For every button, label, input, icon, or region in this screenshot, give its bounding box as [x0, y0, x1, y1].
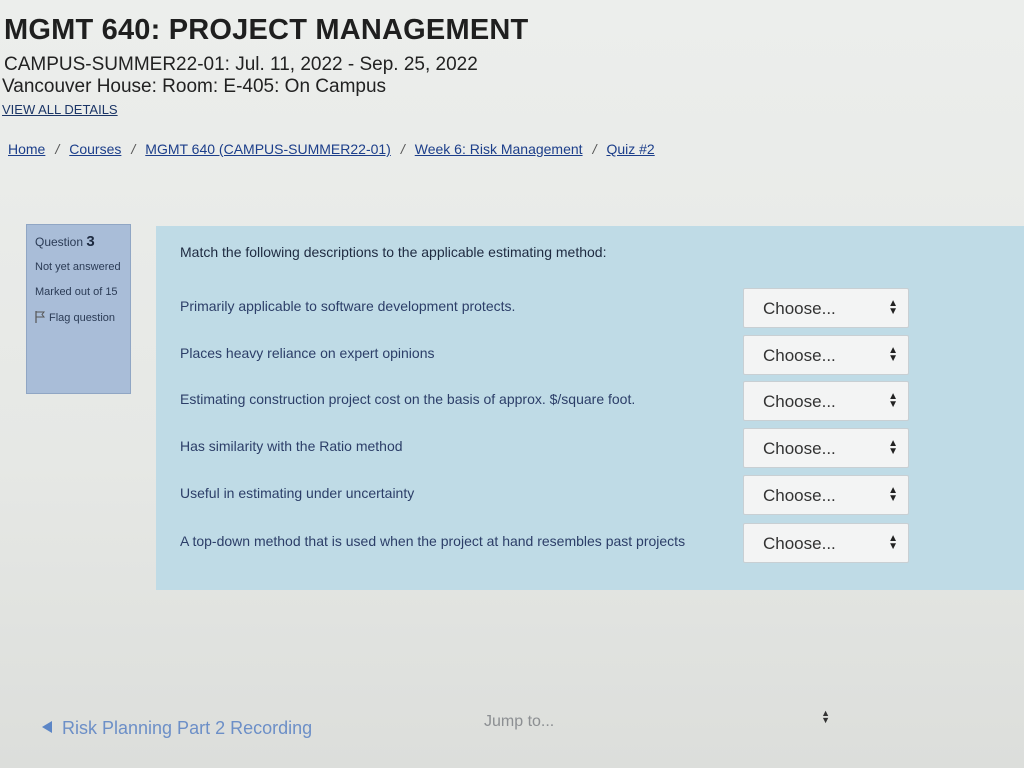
question-state: Not yet answered	[35, 261, 121, 273]
previous-activity-link[interactable]: Risk Planning Part 2 Recording	[42, 718, 312, 739]
match-select-value: Choose...	[763, 299, 836, 318]
jump-to-select[interactable]: Jump to... ▲ ▼	[470, 700, 840, 740]
breadcrumb-quiz[interactable]: Quiz #2	[606, 141, 654, 157]
question-number-value: 3	[86, 233, 95, 250]
match-row: A top-down method that is used when the …	[156, 523, 1024, 563]
select-arrows-icon: ▲ ▼	[888, 345, 898, 364]
match-description: Places heavy reliance on expert opinions	[180, 345, 435, 361]
match-row: Places heavy reliance on expert opinions…	[156, 335, 1024, 375]
match-select-value: Choose...	[763, 392, 836, 411]
match-select[interactable]: Choose... ▲ ▼	[743, 428, 909, 468]
breadcrumb-course[interactable]: MGMT 640 (CAMPUS-SUMMER22-01)	[145, 141, 391, 157]
select-arrows-icon: ▲ ▼	[888, 485, 898, 504]
breadcrumb-week[interactable]: Week 6: Risk Management	[415, 141, 583, 157]
breadcrumb-courses[interactable]: Courses	[69, 141, 121, 157]
breadcrumb: Home / Courses / MGMT 640 (CAMPUS-SUMMER…	[8, 141, 908, 157]
match-select-value: Choose...	[763, 486, 836, 505]
breadcrumb-separator: /	[131, 141, 136, 157]
previous-activity-label: Risk Planning Part 2 Recording	[62, 718, 313, 738]
select-arrows-icon: ▲ ▼	[888, 298, 898, 317]
match-row: Estimating construction project cost on …	[156, 381, 1024, 421]
match-row: Primarily applicable to software develop…	[156, 288, 1024, 328]
match-select[interactable]: Choose... ▲ ▼	[743, 381, 909, 421]
match-select-value: Choose...	[763, 346, 836, 365]
match-description: Useful in estimating under uncertainty	[180, 485, 415, 501]
match-select[interactable]: Choose... ▲ ▼	[743, 335, 909, 375]
breadcrumb-home[interactable]: Home	[8, 141, 45, 157]
match-select[interactable]: Choose... ▲ ▼	[743, 475, 909, 515]
match-select-value: Choose...	[763, 439, 836, 458]
flag-question-link[interactable]: Flag question	[35, 310, 122, 327]
course-location: Vancouver House: Room: E-405: On Campus	[2, 76, 387, 97]
question-number: Question 3	[35, 233, 122, 250]
question-prompt: Match the following descriptions to the …	[180, 244, 607, 260]
question-grade: Marked out of 15	[35, 286, 118, 298]
question-label: Question	[35, 235, 84, 249]
breadcrumb-separator: /	[592, 141, 597, 157]
course-title: MGMT 640: PROJECT MANAGEMENT	[4, 14, 529, 46]
breadcrumb-separator: /	[400, 141, 405, 157]
course-session: CAMPUS-SUMMER22-01: Jul. 11, 2022 - Sep.…	[4, 54, 478, 75]
question-content: Match the following descriptions to the …	[156, 226, 1024, 590]
match-description: Has similarity with the Ratio method	[180, 438, 403, 454]
match-row: Has similarity with the Ratio method Cho…	[156, 428, 1024, 468]
jump-to-value: Jump to...	[484, 713, 555, 730]
match-select[interactable]: Choose... ▲ ▼	[743, 288, 909, 328]
flag-question-label: Flag question	[49, 312, 116, 324]
match-description: A top-down method that is used when the …	[180, 533, 686, 549]
match-description: Estimating construction project cost on …	[180, 391, 636, 407]
question-info-panel: Question 3 Not yet answered Marked out o…	[26, 224, 131, 394]
breadcrumb-separator: /	[55, 141, 60, 157]
view-all-details-link[interactable]: VIEW ALL DETAILS	[2, 102, 118, 117]
page: MGMT 640: PROJECT MANAGEMENT CAMPUS-SUMM…	[0, 0, 1024, 768]
arrow-left-icon	[42, 721, 52, 733]
select-arrows-icon: ▲ ▼	[888, 391, 898, 410]
match-description: Primarily applicable to software develop…	[180, 298, 516, 314]
match-select[interactable]: Choose... ▲ ▼	[743, 523, 909, 563]
flag-icon	[35, 311, 46, 323]
match-select-value: Choose...	[763, 534, 836, 553]
select-arrows-icon: ▲ ▼	[888, 438, 898, 457]
select-arrows-icon: ▲ ▼	[821, 708, 830, 725]
select-arrows-icon: ▲ ▼	[888, 533, 898, 552]
match-row: Useful in estimating under uncertainty C…	[156, 475, 1024, 515]
